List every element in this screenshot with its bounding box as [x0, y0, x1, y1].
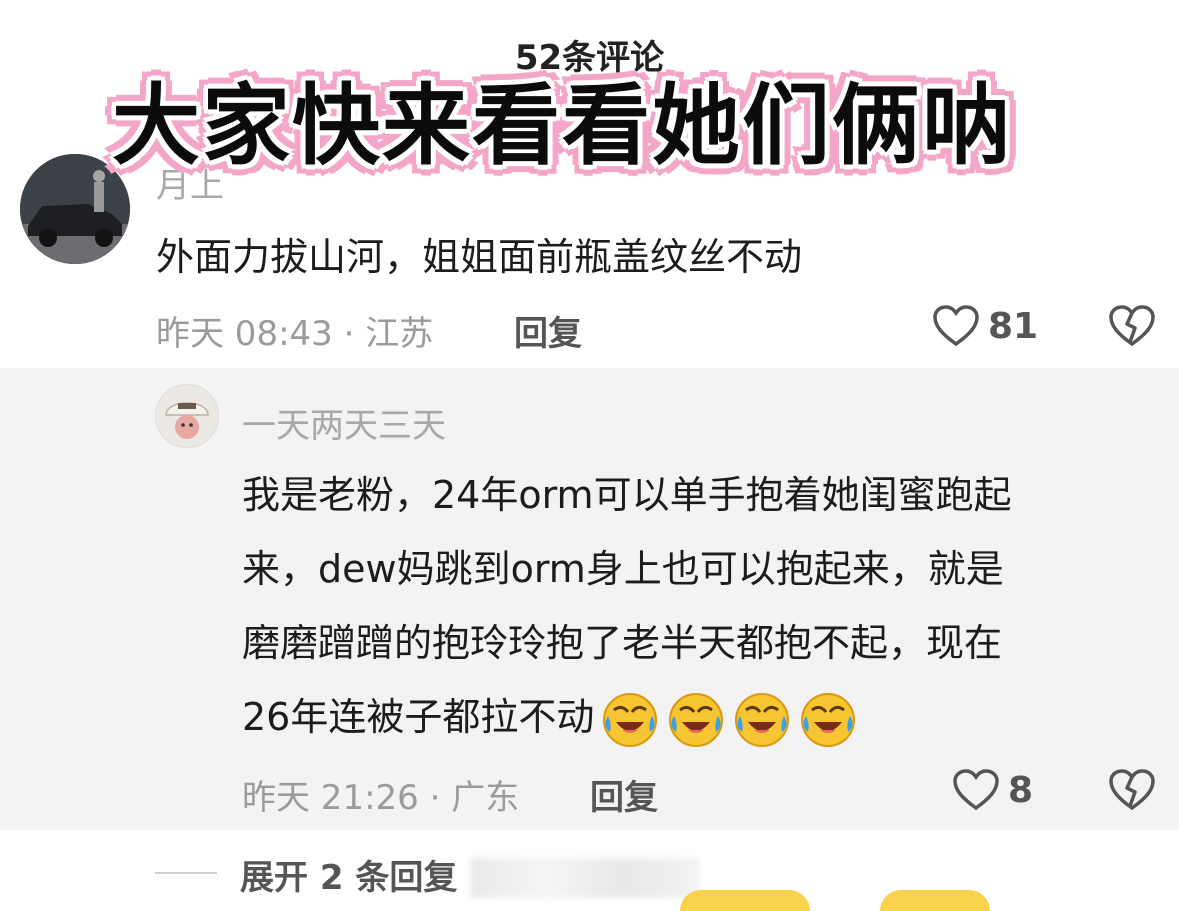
comment-count-title: 52条评论 — [514, 38, 665, 78]
reply-like-button[interactable]: 8 — [952, 768, 1033, 812]
decorative-sticker — [680, 890, 810, 911]
like-count: 81 — [988, 305, 1039, 347]
expand-divider — [155, 872, 217, 874]
avatar-photo-cap — [156, 385, 218, 447]
reply-text-line-last: 26年连被子都拉不动 — [242, 695, 595, 739]
decorative-sticker — [880, 890, 990, 911]
heart-icon — [933, 305, 979, 347]
reply-reply-button[interactable]: 回复 — [590, 770, 658, 819]
rolling-laughing-emoji — [603, 692, 658, 747]
rolling-laughing-emoji — [735, 692, 790, 747]
comment-text: 外面力拔山河，姐姐面前瓶盖纹丝不动 — [156, 235, 803, 279]
reply-button[interactable]: 回复 — [514, 306, 582, 355]
expand-replies-button[interactable]: 展开 2 条回复 — [240, 850, 457, 899]
comment-time-location: 昨天 08:43 · 江苏 — [156, 314, 434, 354]
reply-avatar[interactable] — [155, 384, 219, 448]
reply-text-line: 磨磨蹭蹭的抱玲玲抱了老半天都抱不起，现在 — [242, 621, 1003, 665]
reply-text-line: 来，dew妈跳到orm身上也可以抱起来，就是 — [242, 547, 1004, 591]
reply-text: 我是老粉，24年orm可以单手抱着她闺蜜跑起 来，dew妈跳到orm身上也可以抱… — [242, 458, 1012, 754]
reply-time-location: 昨天 21:26 · 广东 — [242, 778, 520, 818]
blurred-overlay — [470, 858, 700, 898]
heart-icon — [953, 769, 999, 811]
reply-text-line: 26年连被子都拉不动 — [242, 680, 1012, 754]
reply-like-count: 8 — [1008, 769, 1034, 811]
reply-dislike-button[interactable] — [1108, 768, 1156, 816]
rolling-laughing-emoji — [801, 692, 856, 747]
reply-username[interactable]: 一天两天三天 — [242, 398, 446, 447]
reply-text-line: 我是老粉，24年orm可以单手抱着她闺蜜跑起 — [242, 473, 1012, 517]
broken-heart-icon — [1109, 305, 1155, 347]
like-button[interactable]: 81 — [932, 304, 1038, 348]
overlay-banner-text: 大家快来看看她们俩呐 — [112, 74, 1013, 177]
dislike-button[interactable] — [1108, 304, 1156, 352]
emoji-row — [594, 692, 858, 747]
rolling-laughing-emoji — [669, 692, 724, 747]
broken-heart-icon — [1109, 769, 1155, 811]
